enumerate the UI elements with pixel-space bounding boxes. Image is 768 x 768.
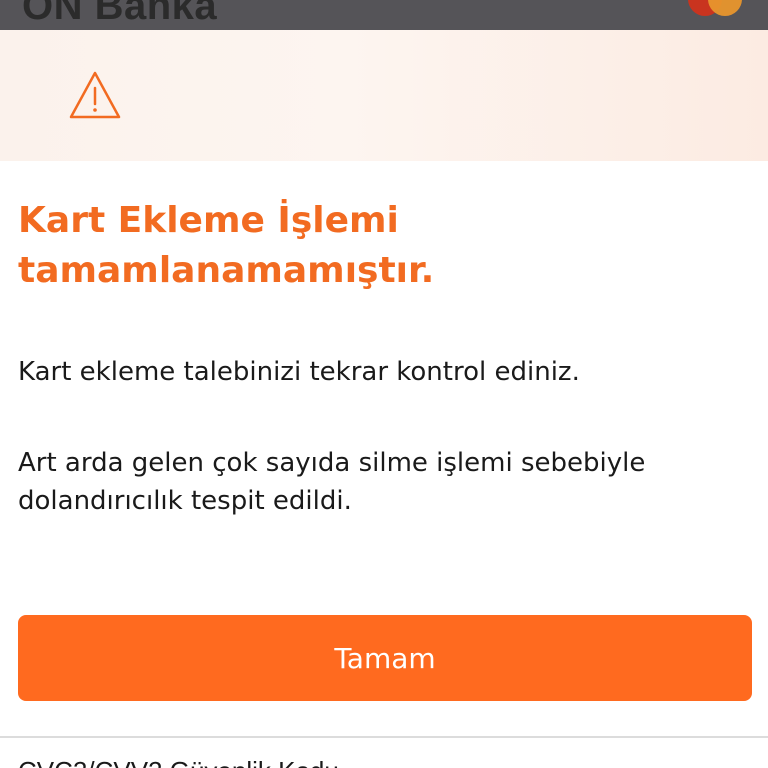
dialog-title: Kart Ekleme İşlemi tamamlanamamıştır. [18, 200, 435, 291]
warning-triangle-icon [69, 71, 121, 119]
dialog-message: Kart ekleme talebinizi tekrar kontrol ed… [18, 357, 580, 387]
error-dialog: Kart Ekleme İşlemi tamamlanamamıştır. Ka… [0, 30, 768, 732]
dialog-detail-message: Art arda gelen çok sayıda silme işlemi s… [18, 448, 646, 516]
dialog-header [0, 30, 768, 161]
bank-brand-name: ON Banka [22, 0, 218, 28]
divider [0, 736, 768, 738]
cvc-field-label: CVC2/CVV2 Güvenlik Kodu [18, 756, 339, 768]
background-header: ON Banka [0, 0, 768, 30]
mastercard-logo-icon [688, 0, 744, 16]
screen: ON Banka CVC2/CVV2 Güvenlik Kodu Kart Ek… [0, 0, 768, 768]
ok-button[interactable]: Tamam [18, 615, 752, 701]
